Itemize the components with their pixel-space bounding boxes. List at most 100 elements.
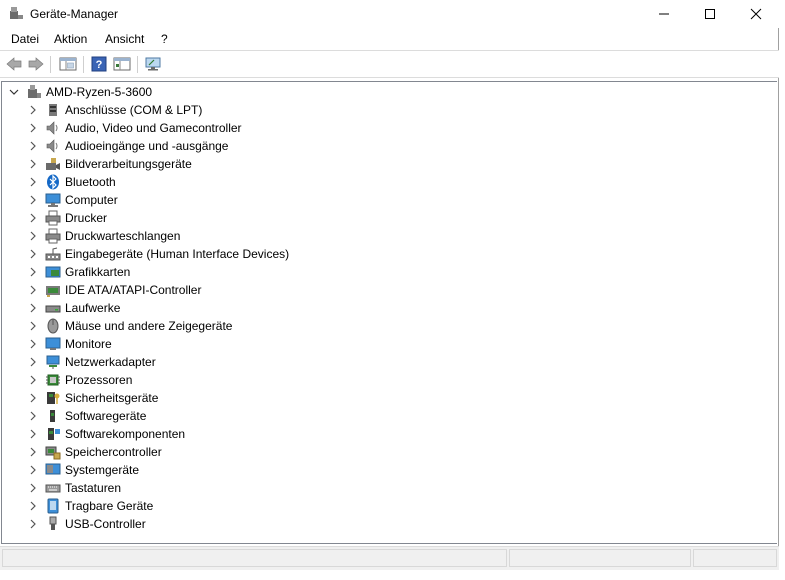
properties-icon[interactable] [59,56,77,72]
close-icon [750,8,762,20]
chevron-right-icon[interactable] [28,447,38,457]
chevron-right-icon[interactable] [28,321,38,331]
tree-item-label: Audio, Video und Gamecontroller [65,121,242,135]
tree-item-label: Softwaregeräte [65,409,147,423]
chevron-right-icon[interactable] [28,249,38,259]
tree-item[interactable]: Grafikkarten [2,263,776,281]
drive-icon [45,305,61,313]
title-bar[interactable]: Geräte-Manager [0,0,779,28]
toolbar-separator [83,56,84,73]
security-key-icon [47,392,60,404]
chevron-right-icon[interactable] [28,393,38,403]
tree-item[interactable]: Sicherheitsgeräte [2,389,776,407]
chevron-right-icon[interactable] [28,375,38,385]
device-tree[interactable]: AMD-Ryzen-5-3600 Anschlüsse (COM & LPT) A… [1,81,777,544]
tree-item[interactable]: Laufwerke [2,299,776,317]
maximize-icon [705,9,715,19]
tree-item-label: Eingabegeräte (Human Interface Devices) [65,247,290,261]
chevron-right-icon[interactable] [28,195,38,205]
chevron-right-icon[interactable] [28,159,38,169]
forward-arrow-icon[interactable] [27,56,45,72]
tree-item[interactable]: Tastaturen [2,479,776,497]
tree-item-label: Druckwarteschlangen [65,229,181,243]
mouse-icon [47,318,59,334]
tree-item[interactable]: Bluetooth [2,173,776,191]
tree-item-label: Softwarekomponenten [65,427,186,441]
chevron-right-icon[interactable] [28,411,38,421]
tree-item[interactable]: Systemgeräte [2,461,776,479]
chevron-right-icon[interactable] [28,357,38,367]
tree-item[interactable]: IDE ATA/ATAPI-Controller [2,281,776,299]
menu-datei[interactable]: Datei [11,32,39,46]
software-device-icon [50,410,55,422]
status-bar [0,546,779,570]
menu-help[interactable]: ? [161,32,168,46]
chevron-right-icon[interactable] [28,303,38,313]
chevron-right-icon[interactable] [28,285,38,295]
chevron-right-icon[interactable] [28,429,38,439]
maximize-button[interactable] [687,0,733,28]
chevron-right-icon[interactable] [28,213,38,223]
device-manager-app-icon [10,7,23,19]
chevron-right-icon[interactable] [28,141,38,151]
tree-root-row[interactable]: AMD-Ryzen-5-3600 [2,83,776,101]
chevron-down-icon[interactable] [9,87,19,97]
chevron-right-icon[interactable] [28,267,38,277]
minimize-button[interactable] [641,0,687,28]
tree-item[interactable]: Eingabegeräte (Human Interface Devices) [2,245,776,263]
chevron-right-icon[interactable] [28,465,38,475]
chevron-right-icon[interactable] [28,483,38,493]
printer-icon [45,228,61,244]
tree-item[interactable]: Mäuse und andere Zeigegeräte [2,317,776,335]
close-button[interactable] [733,0,779,28]
tree-item[interactable]: Audioeingänge und -ausgänge [2,137,776,155]
tree-item[interactable]: Speichercontroller [2,443,776,461]
tree-item-label: Audioeingänge und -ausgänge [65,139,229,153]
printer-icon [45,210,61,226]
tree-item[interactable]: Netzwerkadapter [2,353,776,371]
tree-item-label: Prozessoren [65,373,133,387]
network-icon [46,355,60,369]
tree-item[interactable]: Bildverarbeitungsgeräte [2,155,776,173]
chevron-right-icon[interactable] [28,501,38,511]
tree-item-label: Grafikkarten [65,265,131,279]
menu-ansicht[interactable]: Ansicht [105,32,144,46]
status-segment-2 [509,549,691,567]
speaker-icon [46,121,58,135]
chevron-right-icon[interactable] [28,123,38,133]
tree-item[interactable]: Computer [2,191,776,209]
tree-item[interactable]: Monitore [2,335,776,353]
chevron-right-icon[interactable] [28,519,38,529]
tree-item-label: Mäuse und andere Zeigegeräte [65,319,233,333]
menu-aktion[interactable]: Aktion [54,32,87,46]
tree-item[interactable]: Tragbare Geräte [2,497,776,515]
tree-item-label: Laufwerke [65,301,121,315]
details-view-icon[interactable] [113,56,131,72]
tree-item[interactable]: Druckwarteschlangen [2,227,776,245]
computer-icon [45,193,61,207]
menu-bar: Datei Aktion Ansicht ? [0,28,779,50]
tree-item-label: IDE ATA/ATAPI-Controller [65,283,202,297]
chevron-right-icon[interactable] [28,177,38,187]
port-icon [49,104,57,116]
tree-item-label: Netzwerkadapter [65,355,156,369]
chevron-right-icon[interactable] [28,105,38,115]
minimize-icon [659,13,669,15]
tree-item-label: Systemgeräte [65,463,140,477]
computer-monitor-icon[interactable] [144,56,162,72]
tree-item[interactable]: Softwaregeräte [2,407,776,425]
tree-item[interactable]: Audio, Video und Gamecontroller [2,119,776,137]
help-icon[interactable]: ? [90,56,108,72]
tree-item[interactable]: USB-Controller [2,515,776,533]
status-segment-3 [693,549,777,567]
chevron-right-icon[interactable] [28,231,38,241]
software-component-icon [48,428,60,440]
tree-item[interactable]: Anschlüsse (COM & LPT) [2,101,776,119]
back-arrow-icon[interactable] [5,56,23,72]
tree-item-label: USB-Controller [65,517,146,531]
chevron-right-icon[interactable] [28,339,38,349]
tree-item[interactable]: Prozessoren [2,371,776,389]
tree-item[interactable]: Drucker [2,209,776,227]
computer-root-icon [28,85,41,98]
tree-item[interactable]: Softwarekomponenten [2,425,776,443]
